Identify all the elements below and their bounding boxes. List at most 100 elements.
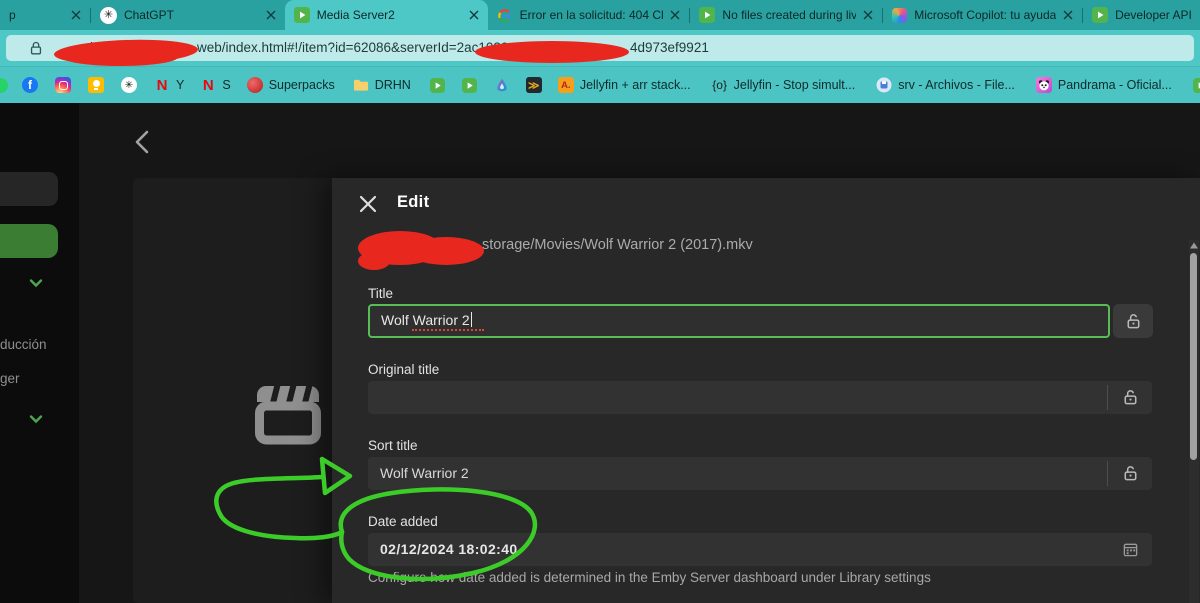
chatgpt-favicon: ✳ (100, 7, 117, 24)
bookmark-jellyfin-arr[interactable]: A. Jellyfin + arr stack... (558, 77, 691, 93)
tab-title: Media Server2 (317, 8, 462, 22)
bookmark-instagram[interactable] (55, 77, 71, 93)
browser-toolbar: https web/index.html#!/item?id=62086&ser… (0, 30, 1200, 66)
bookmark-gold-arrows[interactable]: ≫ (526, 77, 542, 93)
emby-favicon (1092, 7, 1108, 23)
arr-icon: A. (558, 77, 574, 93)
date-added-value: 02/12/2024 18:02:40 (380, 541, 518, 557)
close-icon[interactable] (359, 195, 377, 213)
tab-strip: p ✳ ChatGPT Media Server2 Error en la so… (0, 0, 1200, 30)
tab-title: Developer API - E (1115, 8, 1191, 22)
sidebar: ducción ger (0, 103, 79, 603)
sort-title-label: Sort title (368, 438, 418, 453)
unlock-icon (1121, 388, 1140, 407)
bookmark-netflix-y[interactable]: N Y (154, 77, 184, 93)
bookmark-label: S (222, 78, 230, 92)
date-added-input[interactable]: 02/12/2024 18:02:40 (368, 533, 1152, 566)
tab-title: Microsoft Copilot: tu ayuda (914, 8, 1056, 22)
tab-error-404[interactable]: Error en la solicitud: 404 Cli (488, 0, 690, 30)
tab-chatgpt[interactable]: ✳ ChatGPT (91, 0, 285, 30)
bookmark-label: Y (176, 78, 184, 92)
tab-title: No files created during live (722, 8, 856, 22)
bookmark-label: Jellyfin + arr stack... (580, 78, 691, 92)
chevron-down-icon[interactable] (28, 411, 44, 427)
bookmark-label: DRHN (375, 78, 411, 92)
bookmark-emby-1[interactable] (430, 77, 446, 93)
emby-icon (430, 77, 446, 93)
bookmark-chatgpt[interactable]: ✳ (121, 77, 137, 93)
calendar-icon[interactable] (1122, 541, 1139, 558)
sidebar-item-manager[interactable]: ger (0, 371, 20, 386)
bookmark-whatsapp[interactable] (0, 78, 8, 93)
srv-icon (876, 77, 892, 93)
netflix-icon: N (200, 77, 216, 93)
chatgpt-icon: ✳ (121, 77, 137, 93)
tab-close-icon[interactable] (863, 10, 873, 20)
folder-icon (353, 77, 369, 93)
sort-title-lock-button[interactable] (1108, 457, 1152, 490)
whatsapp-icon (0, 78, 8, 93)
title-label: Title (368, 286, 393, 301)
sidebar-item-selected[interactable] (0, 224, 58, 258)
sidebar-item-reproduccion[interactable]: ducción (0, 337, 47, 352)
bookmark-srv-archivos[interactable]: srv - Archivos - File... (876, 77, 1015, 93)
tab-close-icon[interactable] (71, 10, 81, 20)
bookmark-keep[interactable] (88, 77, 104, 93)
original-title-label: Original title (368, 362, 439, 377)
url-prefix: https (90, 40, 119, 55)
dialog-title: Edit (397, 193, 429, 212)
text-caret (471, 312, 473, 327)
tab-title: ChatGPT (124, 8, 259, 22)
netflix-icon: N (154, 77, 170, 93)
bookmark-emby-2[interactable] (462, 77, 478, 93)
panda-icon (1036, 77, 1052, 93)
dialog-scrollbar[interactable] (1189, 240, 1199, 603)
chevron-down-icon[interactable] (28, 275, 44, 291)
bookmark-label: Pandrama - Oficial... (1058, 78, 1172, 92)
original-title-input[interactable] (368, 381, 1152, 414)
bookmark-drhn-folder[interactable]: DRHN (353, 77, 411, 93)
bookmark-jellyfin[interactable] (494, 77, 510, 93)
tab-close-icon[interactable] (670, 10, 680, 20)
bookmark-label: Superpacks (269, 78, 335, 92)
sidebar-item-highlighted[interactable] (0, 172, 58, 206)
superpacks-icon (247, 77, 263, 93)
tab-copilot[interactable]: Microsoft Copilot: tu ayuda (883, 0, 1082, 30)
gold-arrows-icon: ≫ (526, 77, 542, 93)
copilot-favicon (892, 8, 907, 23)
tab-close-icon[interactable] (266, 10, 276, 20)
unlock-icon (1121, 464, 1140, 483)
sort-title-input[interactable]: Wolf Warrior 2 (368, 457, 1152, 490)
bookmark-netflix-s[interactable]: N S (200, 77, 230, 93)
scroll-up-arrow[interactable] (1190, 242, 1198, 249)
date-added-label: Date added (368, 514, 438, 529)
bookmark-label: srv - Archivos - File... (898, 78, 1015, 92)
tab-whatsapp[interactable]: p (0, 0, 90, 30)
tab-close-icon[interactable] (469, 10, 479, 20)
title-lock-button[interactable] (1113, 304, 1153, 338)
tab-close-icon[interactable] (1063, 10, 1073, 20)
bookmark-facebook[interactable]: f (22, 77, 38, 93)
emby-icon (462, 77, 478, 93)
bookmarks-bar: f ✳ N Y N S Superpacks DRHN (0, 66, 1200, 103)
back-button[interactable] (132, 129, 154, 155)
original-title-lock-button[interactable] (1108, 381, 1152, 414)
url-mid: web/index.html#!/item?id=62086&serverId=… (197, 40, 523, 55)
tab-title: p (9, 8, 64, 22)
keep-icon (88, 77, 104, 93)
emby-favicon (699, 7, 715, 23)
sort-title-value: Wolf Warrior 2 (380, 465, 469, 481)
tab-developer-api[interactable]: Developer API - E (1083, 0, 1200, 30)
bookmark-jellyfin-stop[interactable]: {o} Jellyfin - Stop simult... (712, 77, 856, 93)
movie-placeholder-icon (254, 385, 322, 445)
tab-media-server-active[interactable]: Media Server2 (285, 0, 488, 30)
bookmark-superpacks[interactable]: Superpacks (247, 77, 335, 93)
title-input[interactable]: Wolf Warrior 2 (368, 304, 1110, 338)
address-bar[interactable]: https web/index.html#!/item?id=62086&ser… (6, 35, 1194, 61)
emby-icon (1193, 77, 1200, 93)
bookmark-betadev-emby[interactable]: betadev.emby... (1193, 77, 1200, 93)
tab-no-files[interactable]: No files created during live (690, 0, 882, 30)
facebook-icon: f (22, 77, 38, 93)
scrollbar-thumb[interactable] (1190, 253, 1197, 460)
bookmark-pandrama[interactable]: Pandrama - Oficial... (1036, 77, 1172, 93)
